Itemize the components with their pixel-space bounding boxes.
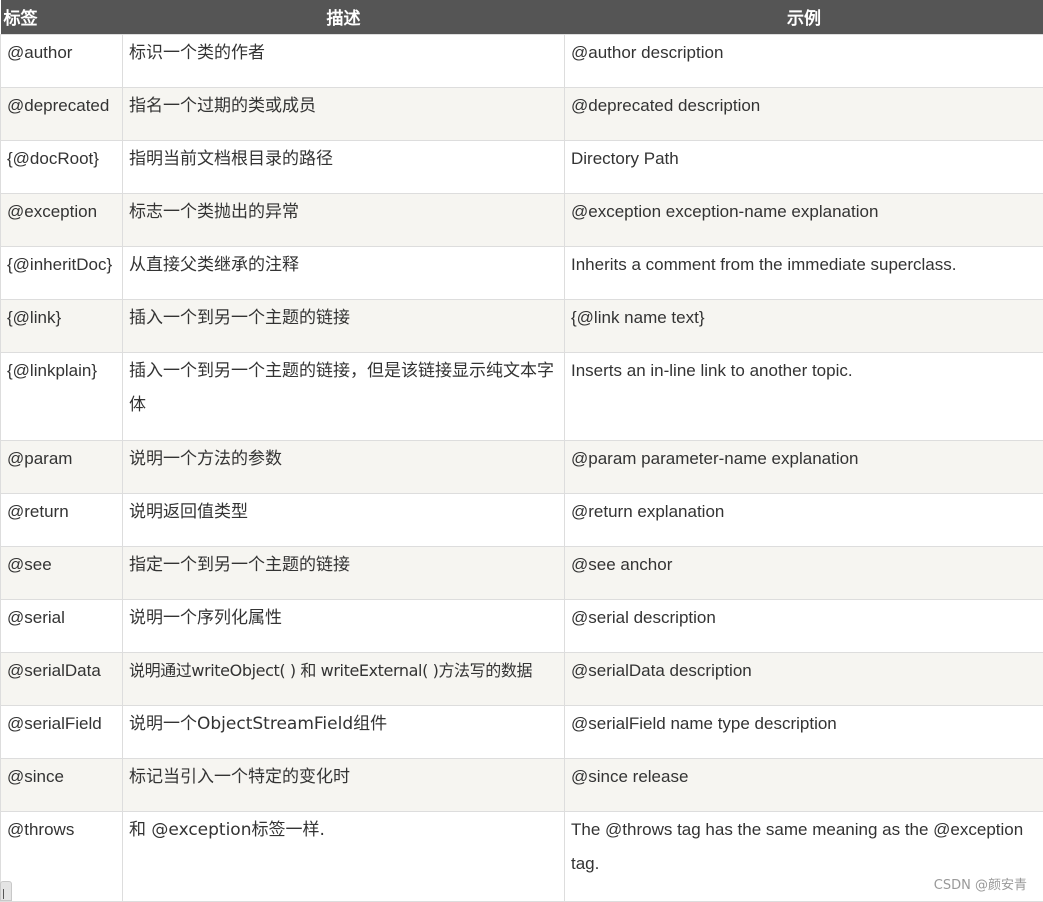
example-cell: @since release [565, 758, 1043, 811]
tag-cell: @serial [1, 599, 123, 652]
table-row: @serial 说明一个序列化属性 @serial description [1, 599, 1043, 652]
example-cell: @serial description [565, 599, 1043, 652]
table-header-row: 标签 描述 示例 [1, 0, 1043, 34]
tag-cell: {@linkplain} [1, 352, 123, 440]
description-cell: 说明一个方法的参数 [123, 440, 565, 493]
table-row: @serialField 说明一个ObjectStreamField组件 @se… [1, 705, 1043, 758]
example-cell: Inserts an in-line link to another topic… [565, 352, 1043, 440]
description-cell: 说明一个ObjectStreamField组件 [123, 705, 565, 758]
table-row: @return 说明返回值类型 @return explanation [1, 493, 1043, 546]
table-row: {@docRoot} 指明当前文档根目录的路径 Directory Path [1, 140, 1043, 193]
example-cell: Directory Path [565, 140, 1043, 193]
example-cell: @return explanation [565, 493, 1043, 546]
table-row: @exception 标志一个类抛出的异常 @exception excepti… [1, 193, 1043, 246]
javadoc-tags-table: 标签 描述 示例 @author 标识一个类的作者 @author descri… [0, 0, 1043, 902]
description-cell: 说明返回值类型 [123, 493, 565, 546]
description-cell: 说明一个序列化属性 [123, 599, 565, 652]
description-cell: 标识一个类的作者 [123, 34, 565, 87]
table-row: @author 标识一个类的作者 @author description [1, 34, 1043, 87]
example-cell: Inherits a comment from the immediate su… [565, 246, 1043, 299]
tag-cell: @exception [1, 193, 123, 246]
table-row: @deprecated 指名一个过期的类或成员 @deprecated desc… [1, 87, 1043, 140]
example-cell: @serialField name type description [565, 705, 1043, 758]
tag-cell: @author [1, 34, 123, 87]
description-cell: 标志一个类抛出的异常 [123, 193, 565, 246]
example-cell: @serialData description [565, 652, 1043, 705]
tag-cell: {@docRoot} [1, 140, 123, 193]
grip-icon [3, 889, 4, 899]
scroll-handle[interactable] [0, 881, 12, 901]
description-cell: 标记当引入一个特定的变化时 [123, 758, 565, 811]
description-cell: 和 @exception标签一样. [123, 811, 565, 901]
tag-cell: @serialField [1, 705, 123, 758]
table-row: @serialData 说明通过writeObject( ) 和 writeEx… [1, 652, 1043, 705]
example-cell: @exception exception-name explanation [565, 193, 1043, 246]
tag-cell: @param [1, 440, 123, 493]
description-cell: 说明通过writeObject( ) 和 writeExternal( )方法写… [123, 652, 565, 705]
tag-cell: @return [1, 493, 123, 546]
tag-cell: @deprecated [1, 87, 123, 140]
description-cell: 从直接父类继承的注释 [123, 246, 565, 299]
table-row: {@linkplain} 插入一个到另一个主题的链接，但是该链接显示纯文本字体 … [1, 352, 1043, 440]
watermark: CSDN @颜安青 [934, 874, 1027, 893]
description-cell: 指定一个到另一个主题的链接 [123, 546, 565, 599]
description-cell: 插入一个到另一个主题的链接，但是该链接显示纯文本字体 [123, 352, 565, 440]
table-row: {@inheritDoc} 从直接父类继承的注释 Inherits a comm… [1, 246, 1043, 299]
description-cell: 指明当前文档根目录的路径 [123, 140, 565, 193]
table-row: @param 说明一个方法的参数 @param parameter-name e… [1, 440, 1043, 493]
tag-cell: {@link} [1, 299, 123, 352]
example-cell: @param parameter-name explanation [565, 440, 1043, 493]
description-cell: 指名一个过期的类或成员 [123, 87, 565, 140]
description-cell: 插入一个到另一个主题的链接 [123, 299, 565, 352]
example-cell: @author description [565, 34, 1043, 87]
table-row: @since 标记当引入一个特定的变化时 @since release [1, 758, 1043, 811]
tag-cell: @serialData [1, 652, 123, 705]
example-cell: @see anchor [565, 546, 1043, 599]
table-row: {@link} 插入一个到另一个主题的链接 {@link name text} [1, 299, 1043, 352]
column-header-description: 描述 [123, 0, 565, 34]
tag-cell: @see [1, 546, 123, 599]
table-row: @see 指定一个到另一个主题的链接 @see anchor [1, 546, 1043, 599]
column-header-tag: 标签 [1, 0, 123, 34]
column-header-example: 示例 [565, 0, 1043, 34]
tag-cell: {@inheritDoc} [1, 246, 123, 299]
tag-cell: @throws [1, 811, 123, 901]
example-cell: {@link name text} [565, 299, 1043, 352]
tag-cell: @since [1, 758, 123, 811]
table-row: @throws 和 @exception标签一样. The @throws ta… [1, 811, 1043, 901]
example-cell: @deprecated description [565, 87, 1043, 140]
